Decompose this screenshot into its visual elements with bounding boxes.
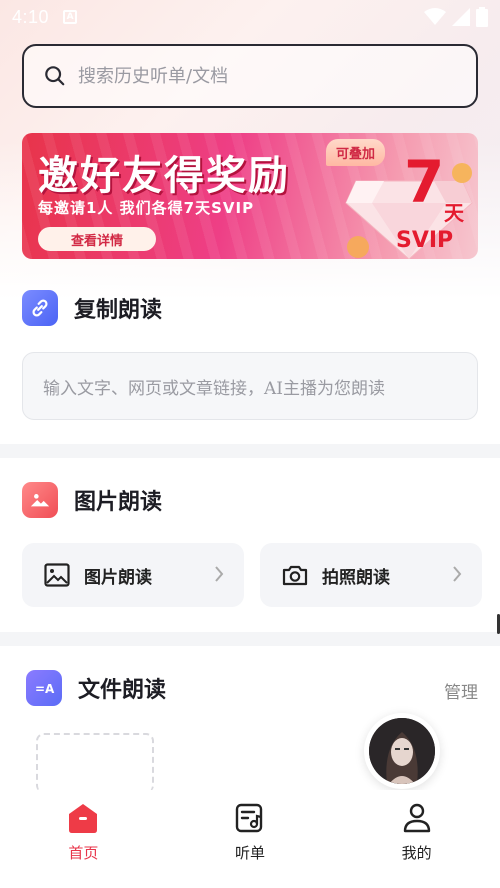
image-read-header: 图片朗读	[22, 482, 162, 518]
image-icon	[44, 563, 70, 587]
tab-profile[interactable]: 我的	[333, 790, 500, 888]
file-read-header: =A 文件朗读	[26, 670, 166, 706]
banner-title: 邀好友得奖励	[38, 153, 290, 199]
search-input[interactable]	[78, 65, 458, 87]
banner-days-number: 7	[404, 148, 445, 216]
svg-text:=A: =A	[35, 682, 55, 696]
image-read-label: 图片朗读	[84, 567, 152, 588]
section-divider	[0, 632, 500, 646]
manage-link[interactable]: 管理	[444, 678, 478, 703]
tab-playlist-label: 听单	[235, 844, 266, 862]
tab-profile-label: 我的	[401, 844, 432, 862]
chevron-right-icon	[453, 566, 462, 582]
status-bar: 4:10 A	[0, 0, 500, 34]
assistant-avatar[interactable]	[364, 713, 440, 789]
copy-read-header: 复制朗读	[22, 290, 162, 326]
tab-home-label: 首页	[68, 844, 99, 862]
image-read-title: 图片朗读	[74, 490, 163, 515]
profile-icon	[403, 803, 430, 833]
bottom-tab-bar: 首页 听单 我的	[0, 790, 500, 888]
tab-home[interactable]: 首页	[0, 790, 167, 888]
status-time: 4:10	[12, 6, 50, 27]
copy-read-title: 复制朗读	[74, 298, 163, 323]
chevron-right-icon	[215, 566, 224, 582]
tab-playlist[interactable]: 听单	[167, 790, 334, 888]
wifi-icon	[424, 8, 446, 25]
file-read-title: 文件朗读	[78, 678, 167, 703]
playlist-icon	[235, 803, 263, 833]
notification-icon: A	[63, 10, 78, 24]
home-icon	[69, 804, 98, 833]
avatar-image	[369, 718, 435, 784]
banner-svip-badge: SVIP	[396, 228, 454, 253]
invite-banner[interactable]: 邀好友得奖励 每邀请1人 我们各得7天SVIP 查看详情 可叠加 7 天 SVI…	[22, 133, 478, 259]
search-icon	[45, 66, 65, 86]
search-bar[interactable]	[22, 44, 478, 108]
banner-days-unit: 天	[444, 201, 464, 225]
signal-icon	[452, 8, 470, 26]
file-placeholder[interactable]	[36, 733, 154, 793]
view-details-button[interactable]: 查看详情	[38, 227, 156, 251]
link-icon	[22, 290, 58, 326]
image-read-button[interactable]: 图片朗读	[22, 543, 244, 607]
status-indicators	[424, 7, 488, 27]
section-divider	[0, 444, 500, 458]
banner-subtitle: 每邀请1人 我们各得7天SVIP	[38, 199, 255, 217]
copy-read-input[interactable]: 输入文字、网页或文章链接，AI主播为您朗读	[22, 352, 478, 420]
document-icon: =A	[26, 670, 62, 706]
photo-read-label: 拍照朗读	[322, 567, 390, 588]
photo-read-button[interactable]: 拍照朗读	[260, 543, 482, 607]
picture-icon	[22, 482, 58, 518]
stackable-tag: 可叠加	[326, 139, 386, 166]
camera-icon	[282, 565, 308, 586]
battery-icon	[476, 7, 488, 27]
